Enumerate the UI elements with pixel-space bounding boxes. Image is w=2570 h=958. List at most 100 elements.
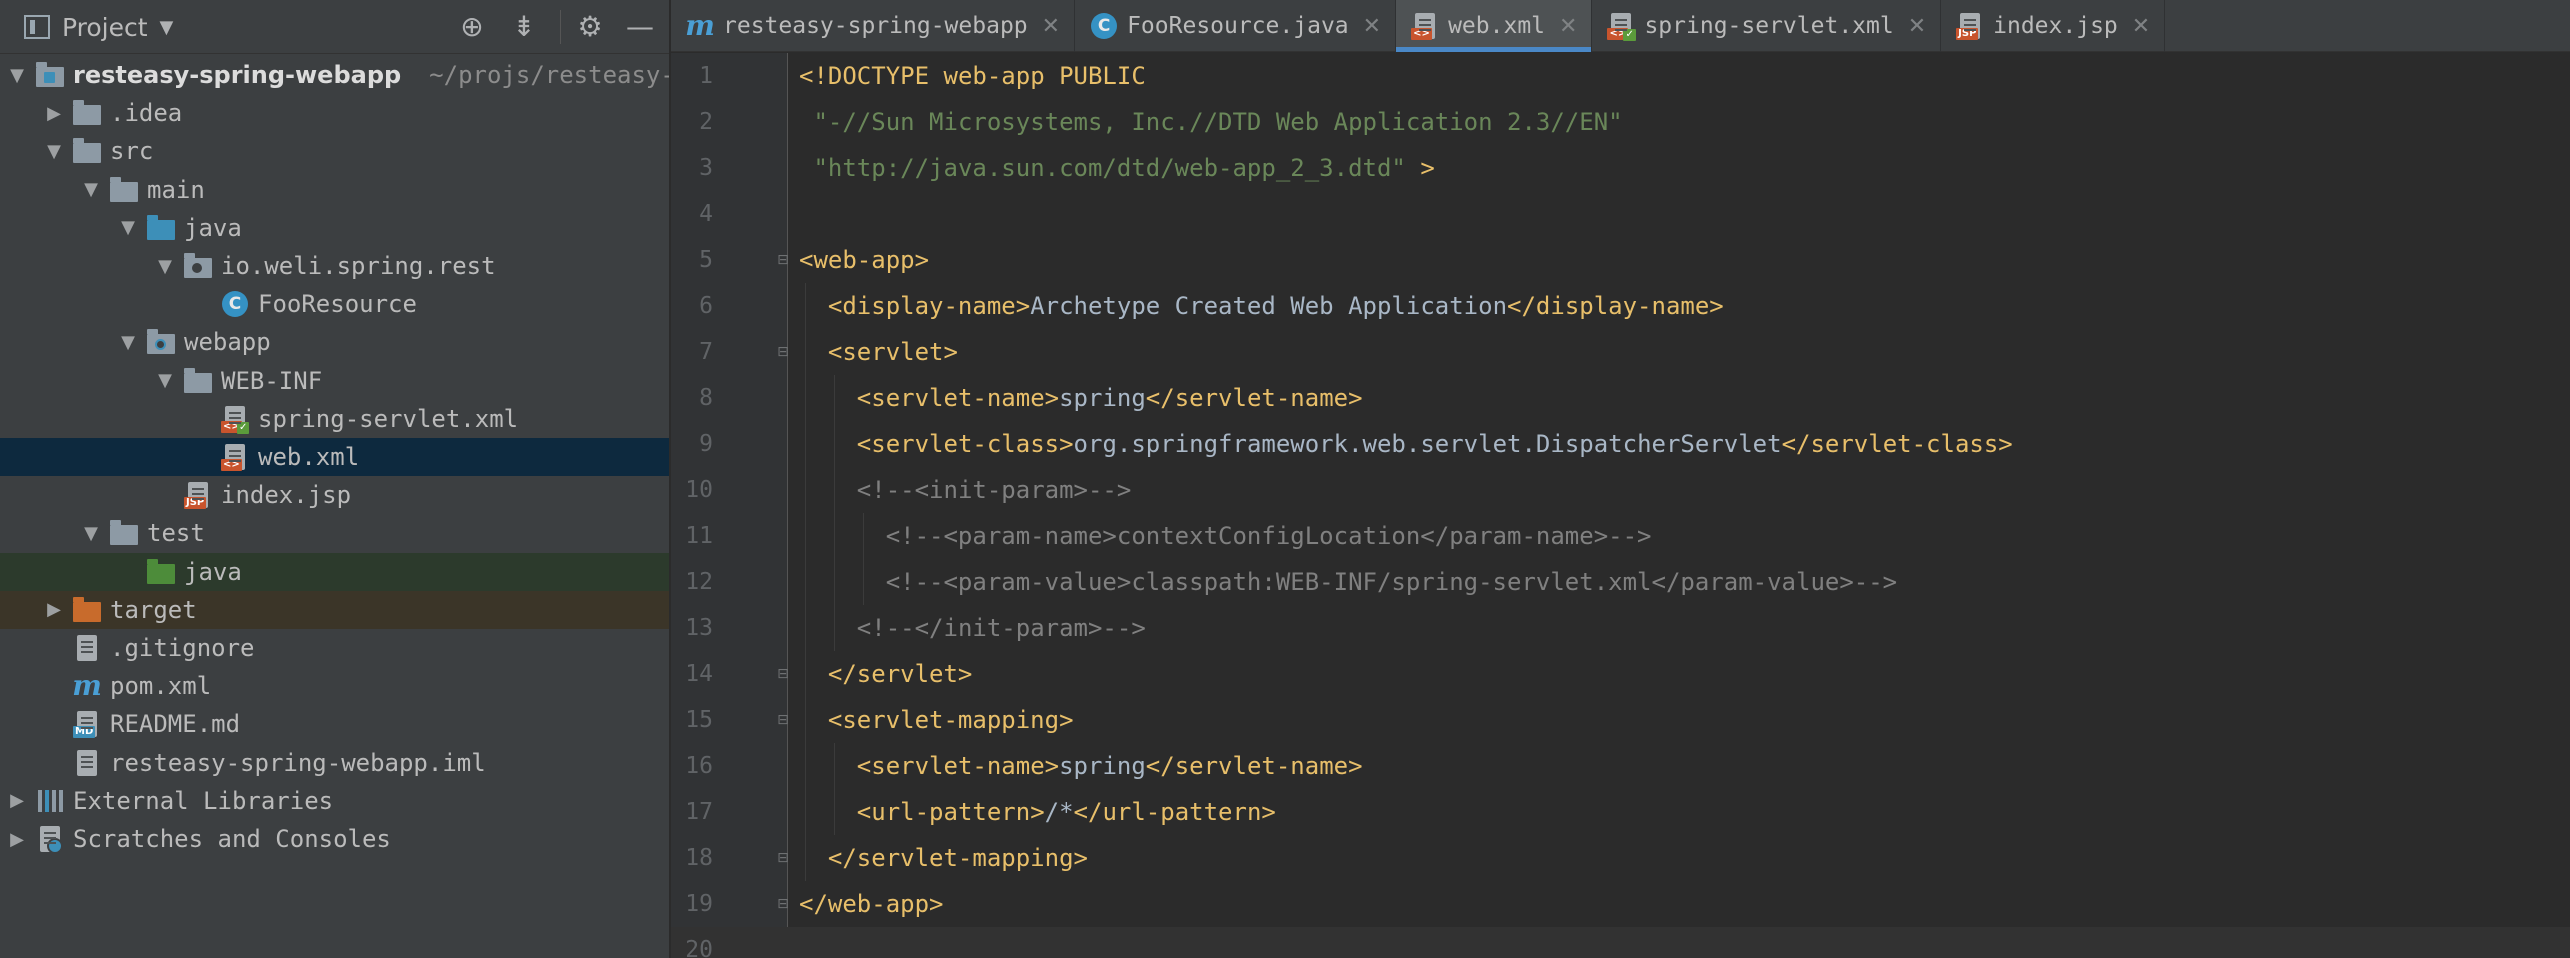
close-icon[interactable]: ✕ [1559, 14, 1577, 39]
code-line[interactable]: 13 <!--</init-param>--> [671, 605, 2570, 651]
code-line[interactable]: 3 "http://java.sun.com/dtd/web-app_2_3.d… [671, 145, 2570, 191]
close-icon[interactable]: ✕ [1908, 14, 1926, 39]
token-tag: <servlet-name> [856, 384, 1060, 412]
code-line[interactable]: 9 <servlet-class>org.springframework.web.… [671, 421, 2570, 467]
editor-tab[interactable]: <> web.xml ✕ [1396, 0, 1593, 52]
line-number: 1 [699, 63, 713, 89]
fold-close-icon[interactable]: ⊟ [775, 665, 791, 683]
tree-item[interactable]: C FooResource [0, 285, 669, 323]
tree-item[interactable]: ▶ target [0, 590, 669, 629]
expand-arrow-icon[interactable]: ▼ [117, 217, 139, 238]
tree-item-label: .gitignore [110, 634, 255, 662]
close-icon[interactable]: ✕ [1363, 14, 1381, 39]
fold-open-icon[interactable]: ⊟ [775, 711, 791, 729]
tree-item[interactable]: ▶ Scratches and Consoles [0, 820, 669, 858]
project-view-selector[interactable]: Project ▼ [24, 0, 173, 54]
tree-item[interactable]: m pom.xml [0, 667, 669, 705]
tree-item[interactable]: ▼ resteasy-spring-webapp ~/projs/resteasy-… [0, 56, 669, 94]
tree-item[interactable]: ▶ External Libraries [0, 782, 669, 820]
module-folder-icon [36, 62, 64, 88]
expand-arrow-icon[interactable]: ▼ [80, 523, 102, 544]
code-text: <servlet> [828, 329, 958, 375]
locate-file-icon[interactable]: ⊕ [456, 11, 488, 43]
fold-close-icon[interactable]: ⊟ [775, 849, 791, 867]
tree-item[interactable]: ▼ main [0, 171, 669, 209]
tree-item-label: README.md [110, 710, 241, 739]
code-line[interactable]: 16 <servlet-name>spring</servlet-name> [671, 743, 2570, 789]
expand-arrow-icon[interactable]: ▼ [154, 370, 176, 391]
token-tag: </url-pattern> [1073, 798, 1276, 826]
expand-arrow-icon[interactable]: ▼ [154, 256, 176, 277]
code-editor[interactable]: 1 <!DOCTYPE web-app PUBLIC 2 "-//Sun Micro… [671, 53, 2570, 958]
token-text: Archetype Created Web Application [1030, 292, 1508, 320]
token-cmt: <!--</init-param>--> [856, 614, 1146, 642]
tree-item[interactable]: MD README.md [0, 705, 669, 743]
code-text: <web-app> [799, 237, 929, 283]
code-text: "-//Sun Microsystems, Inc.//DTD Web Appl… [799, 99, 1622, 145]
collapse-arrow-icon[interactable]: ▶ [6, 790, 28, 811]
tree-item[interactable]: ▼ test [0, 514, 669, 552]
tree-item[interactable]: ▶ .idea [0, 94, 669, 132]
code-line[interactable]: 19 ⊟ </web-app> [671, 881, 2570, 927]
tree-item[interactable]: java [0, 552, 669, 591]
code-line[interactable]: 2 "-//Sun Microsystems, Inc.//DTD Web Ap… [671, 99, 2570, 145]
code-text: <!DOCTYPE web-app PUBLIC [799, 53, 1146, 99]
tree-item[interactable]: <> ✓ spring-servlet.xml [0, 400, 669, 438]
editor-tab[interactable]: <> ✓ spring-servlet.xml ✕ [1592, 0, 1942, 52]
package-icon [184, 253, 212, 279]
hide-panel-icon[interactable]: — [624, 11, 656, 43]
code-line[interactable]: 7 ⊟ <servlet> [671, 329, 2570, 375]
expand-arrow-icon[interactable]: ▼ [117, 332, 139, 353]
tree-item[interactable]: ▼ io.weli.spring.rest [0, 247, 669, 285]
tree-item[interactable]: ▼ webapp [0, 323, 669, 361]
tree-item[interactable]: <> web.xml [0, 438, 669, 476]
tab-label: web.xml [1448, 13, 1546, 39]
collapse-all-icon[interactable]: ⇟ [508, 11, 540, 43]
spring-xml-icon: <> ✓ [1607, 13, 1636, 41]
code-line[interactable]: 5 ⊟ <web-app> [671, 237, 2570, 283]
close-icon[interactable]: ✕ [2132, 14, 2150, 39]
editor-tab[interactable]: C FooResource.java ✕ [1075, 0, 1397, 52]
fold-close-icon[interactable]: ⊟ [775, 895, 791, 913]
expand-arrow-icon[interactable]: ▼ [80, 179, 102, 200]
tool-window-icon [24, 15, 50, 39]
indent-guide [833, 743, 835, 789]
code-line[interactable]: 15 ⊟ <servlet-mapping> [671, 697, 2570, 743]
tree-item-label: resteasy-spring-webapp [73, 61, 402, 89]
indent-guide [862, 559, 864, 605]
tree-item-label: spring-servlet.xml [258, 404, 519, 433]
code-line[interactable]: 17 <url-pattern>/*</url-pattern> [671, 789, 2570, 835]
code-line[interactable]: 8 <servlet-name>spring</servlet-name> [671, 375, 2570, 421]
code-line[interactable]: 14 ⊟ </servlet> [671, 651, 2570, 697]
tree-item[interactable]: ▼ src [0, 132, 669, 170]
code-line[interactable]: 10 <!--<init-param>--> [671, 467, 2570, 513]
expand-arrow-icon[interactable]: ▼ [43, 141, 65, 162]
code-line[interactable]: 11 <!--<param-name>contextConfigLocation<… [671, 513, 2570, 559]
code-line[interactable]: 4 [671, 191, 2570, 237]
class-icon: C [1091, 13, 1118, 39]
gear-icon[interactable]: ⚙ [574, 11, 606, 43]
code-line[interactable]: 6 <display-name>Archetype Created Web App… [671, 283, 2570, 329]
tree-item[interactable]: JSP index.jsp [0, 476, 669, 514]
close-icon[interactable]: ✕ [1042, 14, 1060, 39]
tree-item[interactable]: ▼ java [0, 209, 669, 247]
collapse-arrow-icon[interactable]: ▶ [43, 599, 65, 620]
indent-guide [805, 421, 806, 467]
token-tag: <!DOCTYPE web-app PUBLIC [799, 62, 1146, 90]
token-str: "http://java.sun.com/dtd/web-app_2_3.dtd… [799, 154, 1406, 182]
tree-item[interactable]: .gitignore [0, 629, 669, 667]
fold-open-icon[interactable]: ⊟ [775, 343, 791, 361]
code-line[interactable]: 1 <!DOCTYPE web-app PUBLIC [671, 53, 2570, 99]
code-line[interactable]: 18 ⊟ </servlet-mapping> [671, 835, 2570, 881]
line-number: 11 [685, 523, 713, 549]
expand-arrow-icon[interactable]: ▼ [6, 65, 28, 86]
editor-tab[interactable]: m resteasy-spring-webapp ✕ [671, 0, 1076, 52]
code-line[interactable]: 20 [671, 927, 2570, 958]
editor-tab[interactable]: JSP index.jsp ✕ [1941, 0, 2166, 52]
collapse-arrow-icon[interactable]: ▶ [6, 829, 28, 850]
code-line[interactable]: 12 <!--<param-value>classpath:WEB-INF/spr… [671, 559, 2570, 605]
tree-item[interactable]: ▼ WEB-INF [0, 362, 669, 400]
tree-item[interactable]: resteasy-spring-webapp.iml [0, 744, 669, 782]
collapse-arrow-icon[interactable]: ▶ [43, 103, 65, 124]
fold-open-icon[interactable]: ⊟ [775, 251, 791, 269]
